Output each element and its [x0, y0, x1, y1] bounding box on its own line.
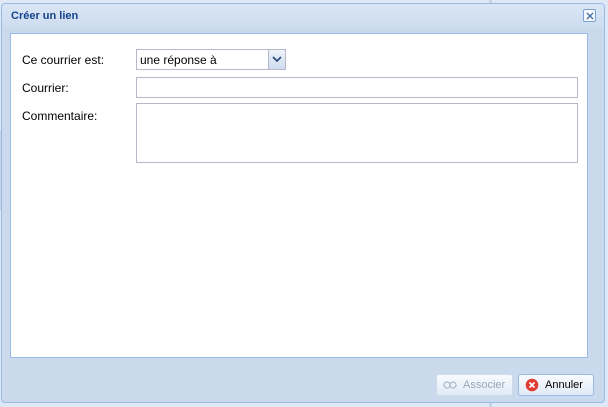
link-icon [443, 380, 457, 390]
type-combobox-trigger[interactable] [268, 50, 285, 69]
close-icon [586, 12, 594, 20]
associate-button-label: Associer [463, 379, 506, 391]
dialog-titlebar[interactable]: Créer un lien [2, 4, 604, 28]
associate-button[interactable]: Associer [436, 374, 513, 396]
chevron-down-icon [272, 56, 282, 62]
commentaire-label: Commentaire: [22, 109, 98, 123]
type-combobox-value: une réponse à [140, 53, 217, 67]
create-link-dialog: Créer un lien Ce courrier est: une répon… [1, 3, 605, 403]
courrier-label: Courrier: [22, 81, 69, 95]
dialog-title: Créer un lien [11, 10, 79, 22]
form-panel: Ce courrier est: une réponse à Courrier:… [10, 33, 588, 358]
type-label: Ce courrier est: [22, 53, 105, 67]
cancel-button-label: Annuler [545, 379, 583, 391]
courrier-input[interactable] [136, 77, 578, 98]
close-button[interactable] [583, 9, 596, 22]
cancel-button[interactable]: Annuler [518, 374, 594, 396]
commentaire-textarea[interactable] [136, 103, 578, 163]
type-combobox[interactable]: une réponse à [136, 49, 286, 70]
cancel-icon [525, 378, 539, 392]
